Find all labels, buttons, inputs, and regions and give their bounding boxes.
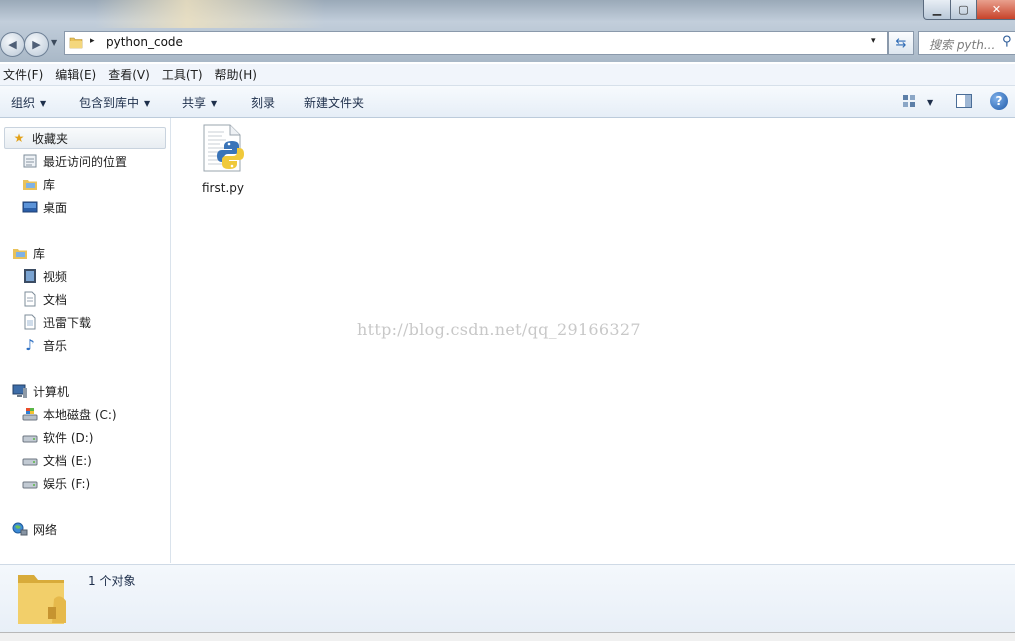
drive-icon xyxy=(22,429,38,445)
file-name: first.py xyxy=(202,181,244,195)
view-options-dropdown[interactable]: ▼ xyxy=(927,95,933,109)
file-list: first.py http://blog.csdn.net/qq_2916632… xyxy=(171,118,1015,563)
star-icon: ★ xyxy=(13,131,25,145)
search-input[interactable]: 搜索 pyth... ⚲ xyxy=(918,31,1015,55)
preview-pane-icon[interactable] xyxy=(956,94,972,108)
desktop-icon xyxy=(22,199,38,215)
refresh-button[interactable]: ⇆ xyxy=(888,31,914,55)
file-item-first-py[interactable]: first.py xyxy=(199,124,247,195)
minimize-button[interactable]: ▁ xyxy=(923,0,951,20)
forward-button[interactable]: ▶ xyxy=(24,32,49,57)
nav-network[interactable]: 网络 xyxy=(12,519,57,539)
nav-desktop[interactable]: 桌面 xyxy=(22,197,67,217)
details-pane: 1 个对象 xyxy=(0,564,1015,633)
nav-recent-places[interactable]: 最近访问的位置 xyxy=(22,151,127,171)
navigation-pane: ★ 收藏夹 最近访问的位置 库 桌面 库 视频 文档 迅雷下载 ♪ 音乐 计算机… xyxy=(0,118,171,563)
large-folder-icon xyxy=(18,575,66,624)
command-bar: 组织 ▼ 包含到库中 ▼ 共享 ▼ 刻录 新建文件夹 ▼ ? xyxy=(0,86,1015,118)
new-folder-button[interactable]: 新建文件夹 xyxy=(304,94,364,111)
chevron-down-icon: ▼ xyxy=(211,99,218,108)
library-folder-icon xyxy=(22,176,38,192)
nav-drive-f[interactable]: 娱乐 (F:) xyxy=(22,473,90,493)
nav-favorites-libraries[interactable]: 库 xyxy=(22,174,55,194)
help-icon: ? xyxy=(995,94,1003,108)
back-button[interactable]: ◀ xyxy=(0,32,25,57)
folder-icon xyxy=(69,37,83,49)
change-view-icon[interactable] xyxy=(902,94,916,108)
download-folder-icon xyxy=(22,314,38,330)
burn-button[interactable]: 刻录 xyxy=(251,94,275,111)
maximize-button[interactable]: ▢ xyxy=(950,0,977,20)
nav-drive-e[interactable]: 文档 (E:) xyxy=(22,450,92,470)
arrow-right-icon: ▶ xyxy=(32,38,41,51)
maximize-icon: ▢ xyxy=(958,3,969,16)
menu-file[interactable]: 文件(F) xyxy=(0,66,51,83)
drive-icon xyxy=(22,475,38,491)
document-icon xyxy=(22,291,38,307)
menu-help[interactable]: 帮助(H) xyxy=(211,66,265,83)
address-bar[interactable]: ▸ python_code ▾ xyxy=(64,31,888,55)
title-bar: ▁ ▢ ✕ ◀ ▶ ▼ ▸ python_code ▾ ⇆ 搜索 pyth...… xyxy=(0,0,1015,62)
music-note-icon: ♪ xyxy=(25,336,35,354)
nav-thunder-downloads[interactable]: 迅雷下载 xyxy=(22,312,91,332)
chevron-down-icon: ▼ xyxy=(40,99,47,108)
video-icon xyxy=(22,268,38,284)
organize-button[interactable]: 组织 ▼ xyxy=(11,94,46,111)
search-placeholder: 搜索 pyth... xyxy=(929,38,996,52)
address-dropdown[interactable]: ▾ xyxy=(871,36,876,46)
nav-music[interactable]: ♪ 音乐 xyxy=(22,335,67,355)
menu-view[interactable]: 查看(V) xyxy=(104,66,158,83)
nav-favorites[interactable]: ★ 收藏夹 xyxy=(4,127,166,149)
nav-drive-d[interactable]: 软件 (D:) xyxy=(22,427,93,447)
nav-libraries[interactable]: 库 xyxy=(12,243,45,263)
arrow-left-icon: ◀ xyxy=(8,38,17,51)
library-folder-icon xyxy=(12,245,28,261)
drive-icon xyxy=(22,452,38,468)
nav-drive-c[interactable]: 本地磁盘 (C:) xyxy=(22,404,117,424)
include-in-library-button[interactable]: 包含到库中 ▼ xyxy=(79,94,150,111)
recent-pages-dropdown[interactable]: ▼ xyxy=(51,38,57,47)
breadcrumb-python-code[interactable]: python_code xyxy=(106,35,183,49)
menu-tools[interactable]: 工具(T) xyxy=(158,66,211,83)
python-file-icon xyxy=(203,124,244,172)
item-count: 1 个对象 xyxy=(88,574,136,588)
refresh-icon: ⇆ xyxy=(895,35,907,51)
nav-documents[interactable]: 文档 xyxy=(22,289,67,309)
search-icon[interactable]: ⚲ xyxy=(1002,34,1012,49)
share-button[interactable]: 共享 ▼ xyxy=(182,94,217,111)
close-button[interactable]: ✕ xyxy=(976,0,1015,20)
recent-places-icon xyxy=(22,153,38,169)
menu-edit[interactable]: 编辑(E) xyxy=(51,66,104,83)
network-icon xyxy=(12,521,28,537)
breadcrumb-separator[interactable]: ▸ xyxy=(90,36,95,46)
close-icon: ✕ xyxy=(991,3,1002,16)
menu-bar: 文件(F) 编辑(E) 查看(V) 工具(T) 帮助(H) xyxy=(0,64,1015,86)
minimize-icon: ▁ xyxy=(932,3,942,16)
nav-computer[interactable]: 计算机 xyxy=(12,381,69,401)
nav-videos[interactable]: 视频 xyxy=(22,266,67,286)
computer-icon xyxy=(12,383,28,399)
chevron-down-icon: ▼ xyxy=(927,98,934,107)
help-button[interactable]: ? xyxy=(990,92,1008,110)
watermark-text: http://blog.csdn.net/qq_29166327 xyxy=(357,320,641,339)
chevron-down-icon: ▼ xyxy=(144,99,151,108)
system-drive-icon xyxy=(22,406,38,422)
